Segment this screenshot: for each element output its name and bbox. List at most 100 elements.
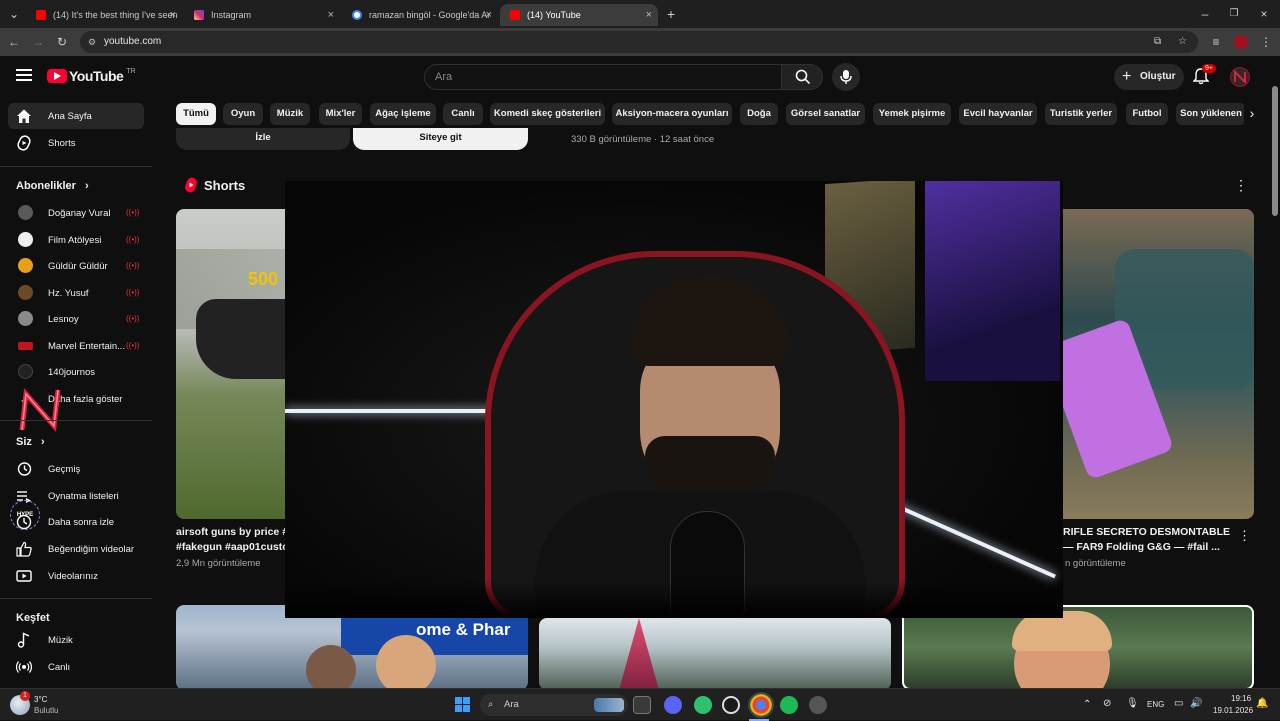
clock-date[interactable]: 19.01.2026 — [1213, 706, 1253, 715]
app-icon[interactable] — [722, 696, 740, 714]
speaker-icon[interactable]: 🔊 — [1190, 698, 1202, 709]
chip[interactable]: Futbol — [1126, 103, 1168, 125]
chip[interactable]: Doğa — [740, 103, 778, 125]
sidebar-item-your-videos[interactable]: Videolarınız — [8, 563, 144, 589]
sidebar-item-music[interactable]: Müzik — [8, 627, 144, 653]
close-icon[interactable]: × — [646, 9, 652, 21]
close-icon[interactable]: × — [486, 9, 492, 21]
browser-tab-1[interactable]: (14) It's the best thing I've seen × — [26, 4, 182, 26]
chip[interactable]: Turistik yerler — [1045, 103, 1117, 125]
subscriptions-heading[interactable]: Abonelikler › — [16, 180, 89, 192]
reading-list-icon[interactable]: ≡ — [1208, 34, 1224, 50]
youtube-logo[interactable]: YouTube TR — [47, 68, 136, 84]
language-indicator[interactable]: ENG — [1147, 700, 1164, 709]
browser-tab-4[interactable]: (14) YouTube × — [500, 4, 658, 26]
display-icon[interactable]: ▭ — [1174, 698, 1183, 709]
mic-tray-icon[interactable]: 🎙 — [1126, 698, 1139, 709]
reload-icon[interactable]: ↻ — [54, 34, 70, 50]
bookmark-star-icon[interactable]: ☆ — [1178, 31, 1187, 53]
install-app-icon[interactable]: ⧉ — [1154, 31, 1161, 53]
address-bar[interactable]: ⚙ youtube.com ⧉ ☆ — [80, 31, 1198, 53]
whatsapp-icon[interactable] — [694, 696, 712, 714]
short-meta: 2,9 Mn görüntüleme — [176, 558, 261, 569]
restore-icon[interactable]: ❐ — [1226, 6, 1242, 22]
steam-icon[interactable] — [809, 696, 827, 714]
task-view-icon[interactable] — [633, 696, 651, 714]
discord-icon[interactable] — [664, 696, 682, 714]
sidebar-item-live[interactable]: Canlı — [8, 654, 144, 680]
sidebar-item-subscription[interactable]: Lesnoy ((•)) — [8, 306, 144, 332]
sidebar-item-subscription[interactable]: Doğanay Vural ((•)) — [8, 200, 144, 226]
shelf-menu-icon[interactable]: ⋮ — [1234, 177, 1248, 194]
chip[interactable]: Müzik — [270, 103, 310, 125]
sidebar-item-subscription[interactable]: Film Atölyesi ((•)) — [8, 227, 144, 253]
hamburger-menu-icon[interactable] — [16, 69, 32, 81]
sidebar-item-home[interactable]: Ana Sayfa — [8, 103, 144, 129]
close-icon[interactable]: × — [170, 9, 176, 21]
windows-start-icon[interactable] — [455, 697, 471, 713]
chip[interactable]: Canlı — [443, 103, 483, 125]
video-thumbnail[interactable] — [539, 618, 891, 690]
close-icon[interactable]: × — [328, 9, 334, 21]
microphone-icon — [840, 70, 852, 84]
notification-bell-icon[interactable]: 🔔 — [1256, 698, 1268, 709]
site-info-icon[interactable]: ⚙ — [88, 31, 96, 53]
clock-time[interactable]: 19:16 — [1231, 694, 1251, 703]
chip[interactable]: Aksiyon-macera oyunları — [612, 103, 732, 125]
chips-next-chevron-icon[interactable]: › — [1244, 103, 1260, 125]
page-scrollbar[interactable] — [1270, 56, 1280, 688]
close-window-icon[interactable]: × — [1256, 6, 1272, 22]
minimize-icon[interactable]: – — [1197, 6, 1213, 22]
scrollbar-thumb[interactable] — [1272, 86, 1278, 216]
sidebar-item-shorts[interactable]: Shorts — [8, 130, 144, 156]
network-icon[interactable]: ⊘ — [1103, 698, 1111, 709]
sidebar: Ana Sayfa Shorts Abonelikler › Doğanay V… — [0, 98, 155, 688]
search-input[interactable]: Ara — [424, 64, 782, 90]
ad-visit-site-button[interactable]: Siteye git — [353, 128, 528, 150]
shorts-logo-icon — [185, 177, 197, 193]
taskbar-search-input[interactable]: ⌕ Ara — [480, 694, 628, 716]
weather-desc[interactable]: Bulutlu — [34, 706, 58, 715]
tab-search-icon[interactable]: ⌄ — [6, 6, 22, 22]
sidebar-item-subscription[interactable]: 140journos — [8, 359, 144, 385]
account-avatar[interactable] — [1230, 67, 1250, 87]
webcam-overlay — [285, 181, 1063, 618]
short-thumbnail[interactable]: 500 — [176, 209, 296, 519]
country-code: TR — [126, 67, 136, 75]
short-title[interactable]: RIFLE SECRETO DESMONTABLE — FAR9 Folding… — [1063, 525, 1230, 555]
short-thumbnail[interactable] — [1055, 209, 1254, 519]
sidebar-item-subscription[interactable]: Güldür Güldür ((•)) — [8, 253, 144, 279]
profile-avatar[interactable] — [1234, 35, 1248, 49]
menu-dots-icon[interactable]: ⋮ — [1258, 34, 1274, 50]
sidebar-item-subscription[interactable]: Hz. Yusuf ((•)) — [8, 280, 144, 306]
you-heading[interactable]: Siz › — [16, 436, 45, 448]
chip[interactable]: Görsel sanatlar — [786, 103, 865, 125]
chip-all[interactable]: Tümü — [176, 103, 216, 125]
short-title[interactable]: airsoft guns by price #a #fakegun #aap01… — [176, 525, 294, 555]
new-tab-button[interactable]: + — [663, 6, 679, 22]
sidebar-item-subscription[interactable]: Marvel Entertain... ((•)) — [8, 333, 144, 359]
tray-chevron-up-icon[interactable]: ⌃ — [1083, 699, 1091, 710]
chip[interactable]: Son yüklenen — [1176, 103, 1246, 125]
chip[interactable]: Evcil hayvanlar — [959, 103, 1037, 125]
chrome-icon[interactable] — [748, 692, 774, 718]
sidebar-item-liked-videos[interactable]: Beğendiğim videolar — [8, 536, 144, 562]
search-button[interactable] — [781, 64, 823, 90]
ad-watch-button[interactable]: İzle — [176, 128, 350, 150]
forward-icon[interactable]: → — [30, 34, 46, 50]
short-menu-icon[interactable]: ⋮ — [1238, 528, 1251, 544]
chip[interactable]: Yemek pişirme — [873, 103, 951, 125]
notifications-button[interactable]: 9+ — [1192, 64, 1216, 90]
create-button[interactable]: + Oluştur — [1114, 64, 1184, 90]
voice-search-button[interactable] — [832, 63, 860, 91]
browser-tab-3[interactable]: ramazan bingöl - Google'da Ar × — [342, 4, 498, 26]
chip[interactable]: Ağaç işleme — [370, 103, 436, 125]
spotify-icon[interactable] — [780, 696, 798, 714]
chip[interactable]: Mix'ler — [319, 103, 362, 125]
back-icon[interactable]: ← — [6, 34, 22, 50]
browser-tab-2[interactable]: Instagram × — [184, 4, 340, 26]
weather-temp[interactable]: 3°C — [34, 695, 47, 704]
sidebar-item-history[interactable]: Geçmiş — [8, 456, 144, 482]
chip[interactable]: Oyun — [223, 103, 263, 125]
chip[interactable]: Komedi skeç gösterileri — [490, 103, 605, 125]
